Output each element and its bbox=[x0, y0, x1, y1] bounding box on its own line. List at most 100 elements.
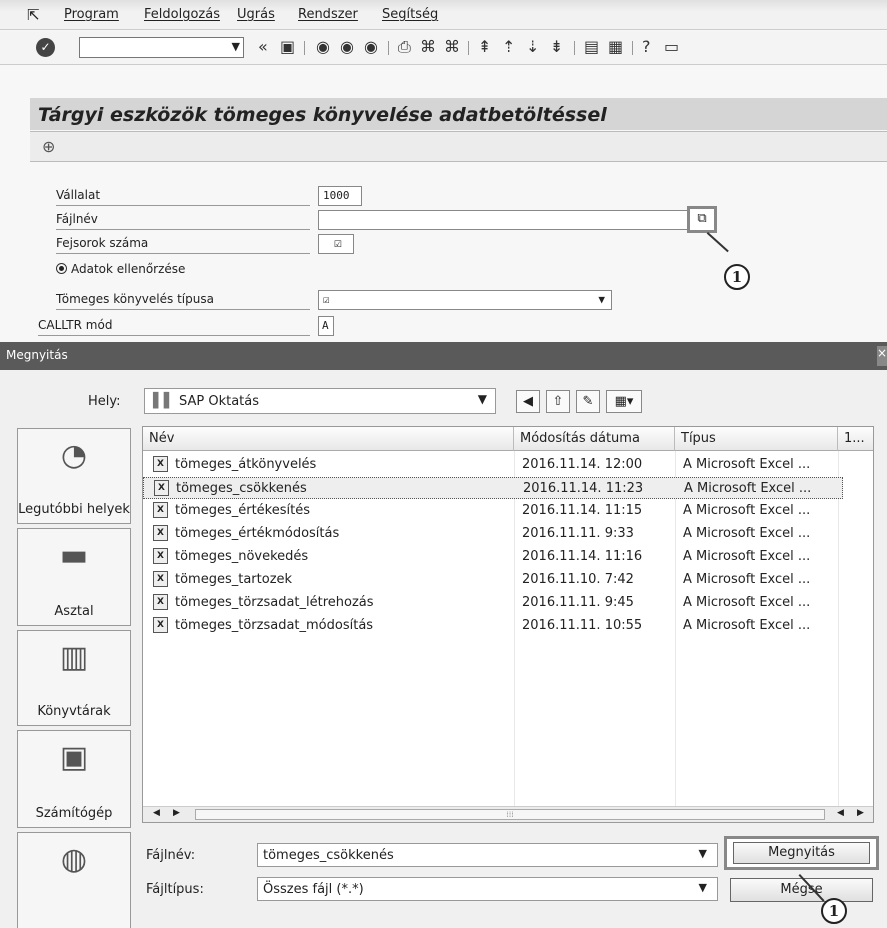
find-icon[interactable]: ⌘ bbox=[420, 39, 436, 55]
scroll-left-icon[interactable]: ◀ bbox=[837, 808, 844, 818]
shortcut-icon[interactable]: ▦ bbox=[608, 39, 623, 55]
next-page-icon[interactable]: ⇣ bbox=[526, 39, 539, 55]
menu-segitseg[interactable]: Segítség bbox=[382, 7, 438, 22]
file-row[interactable]: Xtömeges_értékmódosítás 2016.11.11. 9:33 A… bbox=[143, 523, 843, 545]
dialog-filename-label: Fájlnév: bbox=[146, 848, 196, 863]
help-icon[interactable]: ? bbox=[642, 39, 651, 55]
customize-icon[interactable]: ▭ bbox=[664, 39, 679, 55]
file-type: A Microsoft Excel ... bbox=[684, 481, 812, 496]
toolbar-separator bbox=[388, 41, 389, 55]
callout-marker: 1 bbox=[724, 264, 750, 290]
place-recent[interactable]: ◔ Legutóbbi helyek bbox=[17, 428, 131, 524]
column-type[interactable]: Típus bbox=[675, 427, 838, 451]
back-icon[interactable]: ◉ bbox=[316, 39, 330, 55]
file-name: tömeges_törzsadat_módosítás bbox=[175, 618, 374, 633]
print-icon[interactable]: ⎙ bbox=[398, 39, 411, 55]
title-bar: Tárgyi eszközök tömeges könyvelése adatb… bbox=[30, 98, 887, 130]
menu-feldolgozas[interactable]: Feldolgozás bbox=[144, 7, 220, 22]
last-page-icon[interactable]: ⇟ bbox=[550, 39, 563, 55]
excel-file-icon: X bbox=[153, 594, 168, 610]
file-row[interactable]: Xtömeges_tartozek 2016.11.10. 7:42 A Micro… bbox=[143, 569, 843, 591]
file-type: A Microsoft Excel ... bbox=[683, 503, 811, 518]
column-name[interactable]: Név bbox=[143, 427, 514, 451]
filename-input[interactable] bbox=[318, 210, 688, 230]
new-session-icon[interactable]: ▤ bbox=[584, 39, 599, 55]
file-date: 2016.11.14. 11:15 bbox=[522, 503, 643, 518]
history-icon[interactable]: « bbox=[258, 39, 268, 55]
cancel-icon[interactable]: ◉ bbox=[364, 39, 378, 55]
column-size[interactable]: 1... bbox=[838, 427, 873, 451]
file-date: 2016.11.14. 12:00 bbox=[522, 457, 643, 472]
exit-nav-icon[interactable]: ◉ bbox=[340, 39, 354, 55]
place-libraries[interactable]: ▥ Könyvtárak bbox=[17, 630, 131, 726]
look-in-label: Hely: bbox=[88, 394, 121, 409]
value-help-button[interactable]: ⧉ bbox=[687, 206, 717, 233]
exit-icon[interactable]: ⇱ bbox=[27, 6, 40, 24]
new-folder-icon[interactable]: ✎ bbox=[576, 390, 600, 413]
menu-rendszer[interactable]: Rendszer bbox=[298, 7, 358, 22]
scroll-left-icon[interactable]: ◀ bbox=[153, 808, 160, 818]
place-computer[interactable]: ▣ Számítógép bbox=[17, 730, 131, 828]
file-name: tömeges_átkönyvelés bbox=[175, 457, 317, 472]
scrollbar-thumb[interactable]: ⁞⁞⁞ bbox=[195, 809, 825, 820]
excel-file-icon: X bbox=[153, 502, 168, 518]
scroll-right-icon[interactable]: ▶ bbox=[857, 808, 864, 818]
dialog-filename-value: tömeges_csökkenés bbox=[263, 848, 394, 863]
toolbar-separator bbox=[632, 41, 633, 55]
execute-icon[interactable]: ⊕ bbox=[42, 137, 55, 156]
dialog-filetype-label: Fájltípus: bbox=[146, 882, 204, 897]
file-date: 2016.11.10. 7:42 bbox=[522, 572, 634, 587]
place-recent-label: Legutóbbi helyek bbox=[18, 502, 130, 517]
column-date[interactable]: Módosítás dátuma bbox=[514, 427, 675, 451]
file-row[interactable]: Xtömeges_csökkenés 2016.11.14. 11:23 A Mic… bbox=[143, 477, 843, 499]
company-input[interactable]: 1000 bbox=[318, 186, 362, 206]
file-name: tömeges_csökkenés bbox=[176, 481, 307, 496]
scroll-right-icon[interactable]: ▶ bbox=[173, 808, 180, 818]
menu-ugras[interactable]: Ugrás bbox=[237, 7, 275, 22]
toolbar-separator bbox=[574, 41, 575, 55]
file-type: A Microsoft Excel ... bbox=[683, 618, 811, 633]
command-field[interactable]: ▼ bbox=[79, 37, 244, 58]
file-name: tömeges_értékmódosítás bbox=[175, 526, 340, 541]
folder-icon: ▌▌ bbox=[153, 393, 175, 409]
file-row[interactable]: Xtömeges_törzsadat_létrehozás 2016.11.11.… bbox=[143, 592, 843, 614]
calltr-input[interactable]: A bbox=[318, 316, 334, 336]
chevron-down-icon: ▼ bbox=[698, 847, 707, 860]
check-data-radio[interactable]: Adatok ellenőrzése bbox=[56, 262, 310, 280]
up-folder-icon[interactable]: ⇧ bbox=[546, 390, 570, 413]
open-button[interactable]: Megnyitás bbox=[733, 842, 870, 864]
look-in-select[interactable]: ▌▌ SAP Oktatás ▼ bbox=[144, 388, 496, 414]
prev-page-icon[interactable]: ⇡ bbox=[502, 39, 515, 55]
find-next-icon[interactable]: ⌘ bbox=[444, 39, 460, 55]
file-type: A Microsoft Excel ... bbox=[683, 549, 811, 564]
place-network[interactable]: ◍ bbox=[17, 832, 131, 928]
horizontal-scrollbar[interactable]: ◀ ▶ ⁞⁞⁞ ◀ ▶ bbox=[143, 806, 873, 822]
place-libraries-label: Könyvtárak bbox=[37, 704, 111, 719]
excel-file-icon: X bbox=[154, 480, 169, 496]
dialog-filename-combo[interactable]: tömeges_csökkenés ▼ bbox=[257, 843, 718, 867]
file-row[interactable]: Xtömeges_növekedés 2016.11.14. 11:16 A Mic… bbox=[143, 546, 843, 568]
dialog-filetype-select[interactable]: Összes fájl (*.*) ▼ bbox=[257, 877, 718, 901]
filename-label: Fájlnév bbox=[56, 212, 310, 230]
view-menu-icon[interactable]: ▦▾ bbox=[606, 390, 642, 413]
ok-icon[interactable]: ✓ bbox=[36, 38, 55, 57]
close-icon[interactable]: × bbox=[877, 346, 887, 366]
calltr-label: CALLTR mód bbox=[38, 318, 310, 336]
file-row[interactable]: Xtömeges_törzsadat_módosítás 2016.11.11. … bbox=[143, 615, 843, 637]
header-rows-checkbox[interactable]: ☑ bbox=[318, 234, 354, 254]
chevron-down-icon: ▼ bbox=[698, 881, 707, 894]
place-desktop[interactable]: ▬ Asztal bbox=[17, 528, 131, 626]
menu-program[interactable]: Program bbox=[64, 7, 119, 22]
cancel-button[interactable]: Mégse bbox=[730, 878, 873, 902]
back-nav-icon[interactable]: ◀ bbox=[516, 390, 540, 413]
file-name: tömeges_törzsadat_létrehozás bbox=[175, 595, 374, 610]
file-row[interactable]: Xtömeges_átkönyvelés 2016.11.14. 12:00 A M… bbox=[143, 454, 843, 476]
save-icon[interactable]: ▣ bbox=[280, 39, 295, 55]
file-name: tömeges_értékesítés bbox=[175, 503, 310, 518]
page-title: Tárgyi eszközök tömeges könyvelése adatb… bbox=[38, 104, 607, 126]
posting-type-select[interactable]: ☑ ▼ bbox=[318, 290, 612, 310]
dialog-filetype-value: Összes fájl (*.*) bbox=[263, 882, 364, 897]
first-page-icon[interactable]: ⇞ bbox=[478, 39, 491, 55]
check-data-label: Adatok ellenőrzése bbox=[71, 262, 186, 276]
file-row[interactable]: Xtömeges_értékesítés 2016.11.14. 11:15 A M… bbox=[143, 500, 843, 522]
